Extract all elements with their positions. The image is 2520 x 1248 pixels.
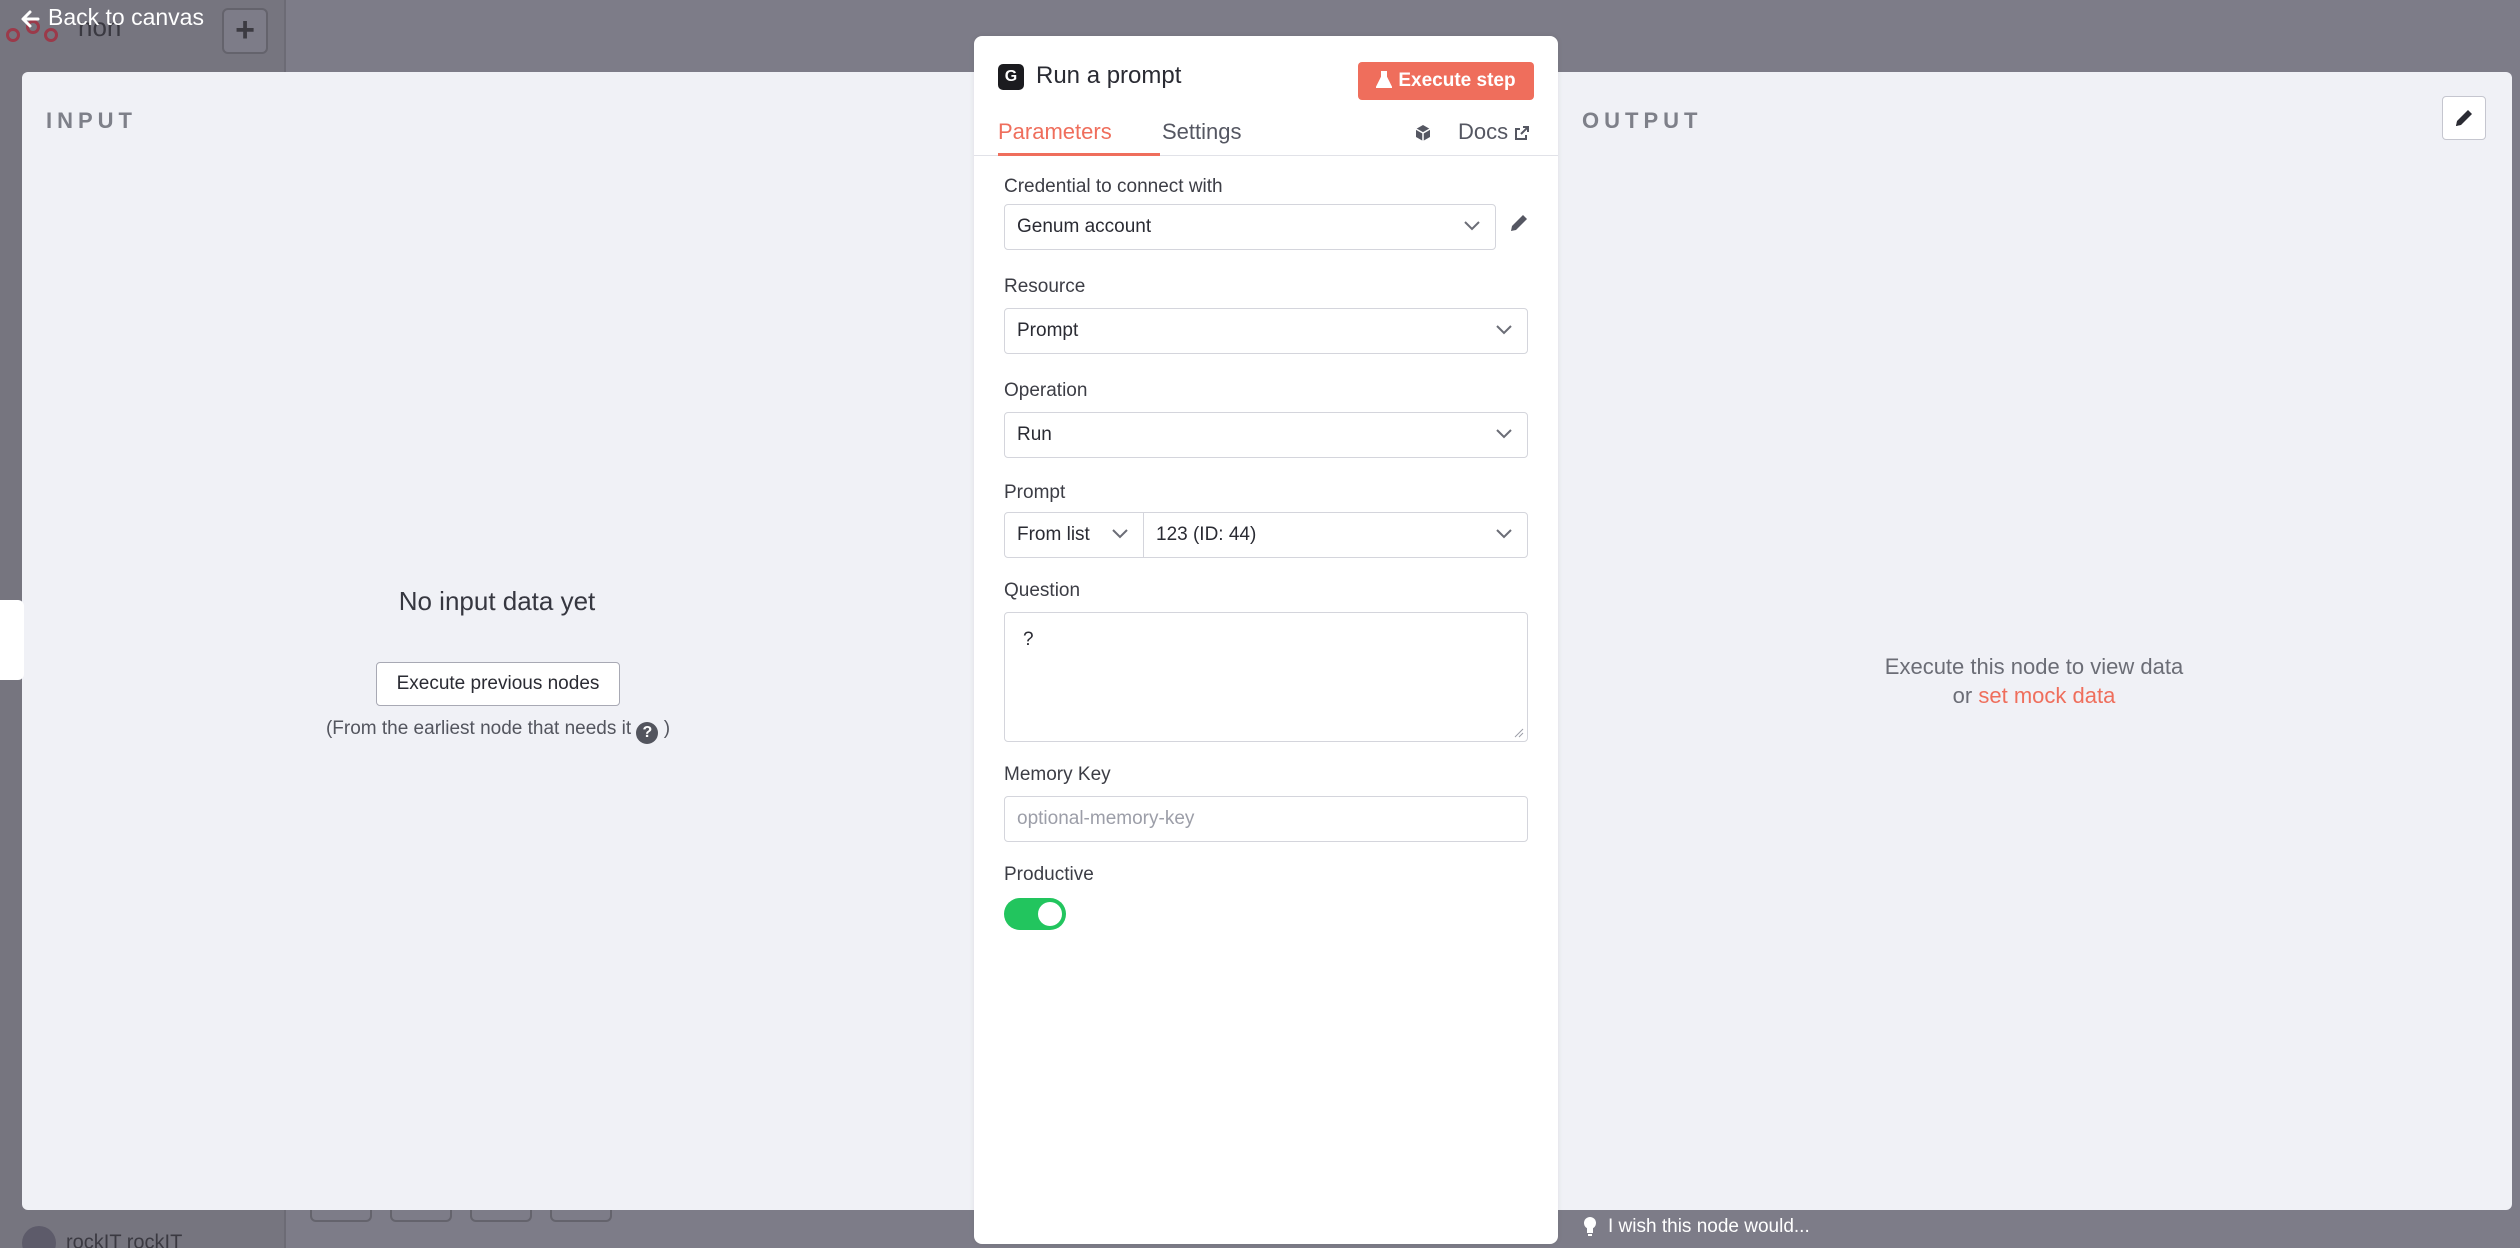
resource-label: Resource (1004, 276, 1086, 297)
edit-output-button[interactable] (2442, 96, 2486, 140)
avatar (22, 1226, 56, 1248)
output-pane-title: OUTPUT (1582, 108, 1703, 133)
edit-credential-pencil-icon[interactable] (1508, 212, 1530, 234)
operation-value: Run (1017, 424, 1052, 445)
resize-grip-icon[interactable] (1514, 728, 1524, 738)
flask-icon (1375, 71, 1393, 88)
cube-icon[interactable] (1414, 124, 1432, 142)
node-feedback-label: I wish this node would... (1608, 1216, 1810, 1237)
question-value: ? (1023, 629, 1034, 650)
memory-key-label: Memory Key (1004, 764, 1111, 785)
credential-label: Credential to connect with (1004, 176, 1223, 197)
lightbulb-icon (1584, 1217, 1596, 1236)
operation-select[interactable]: Run (1004, 412, 1528, 458)
input-pane-title: INPUT (46, 108, 137, 133)
node-parameters-panel: G Run a prompt Execute step Parameters S… (974, 36, 1558, 1244)
chevron-down-icon (1496, 325, 1512, 335)
external-link-icon (1515, 126, 1530, 140)
node-title[interactable]: Run a prompt (1036, 62, 1181, 90)
execute-previous-nodes-button[interactable]: Execute previous nodes (376, 662, 620, 706)
prompt-select[interactable]: 123 (ID: 44) (1143, 512, 1528, 558)
execute-step-button[interactable]: Execute step (1358, 62, 1534, 100)
chevron-down-icon (1112, 529, 1128, 539)
back-to-canvas-label: Back to canvas (48, 4, 204, 30)
user-profile: rockIT rockIT (22, 1226, 182, 1248)
chevron-down-icon (1464, 221, 1480, 231)
user-name: rockIT rockIT (66, 1231, 183, 1248)
resource-select[interactable]: Prompt (1004, 308, 1528, 354)
chevron-down-icon (1496, 429, 1512, 439)
no-input-title: No input data yet (398, 586, 596, 616)
node-tabs: Parameters Settings Docs (974, 116, 1558, 156)
resource-value: Prompt (1017, 320, 1079, 341)
back-to-canvas-link[interactable]: Back to canvas (20, 4, 204, 31)
credential-select[interactable]: Genum account (1004, 204, 1496, 250)
credential-value: Genum account (1017, 216, 1152, 237)
tab-parameters[interactable]: Parameters (998, 116, 1160, 156)
prompt-label: Prompt (1004, 482, 1066, 503)
output-or-text: or (1952, 683, 1973, 708)
toggle-knob (1038, 902, 1062, 926)
arrow-left-icon (21, 10, 40, 28)
question-mark-icon[interactable]: ? (636, 722, 659, 744)
prompt-value: 123 (ID: 44) (1156, 524, 1257, 545)
docs-label: Docs (1458, 119, 1509, 144)
memory-key-input[interactable]: optional-memory-key (1004, 796, 1528, 842)
node-feedback-link[interactable]: I wish this node would... (1582, 1216, 1810, 1238)
pencil-icon (2456, 110, 2472, 126)
question-label: Question (1004, 580, 1081, 601)
memory-key-placeholder: optional-memory-key (1017, 808, 1195, 829)
productive-toggle[interactable] (1004, 898, 1066, 930)
productive-label: Productive (1004, 864, 1094, 885)
execute-step-label: Execute step (1398, 70, 1516, 91)
genum-node-icon: G (998, 64, 1024, 90)
input-pane-drag-handle[interactable] (0, 600, 24, 680)
operation-label: Operation (1004, 380, 1088, 401)
output-empty-text: Execute this node to view data (1884, 654, 2184, 679)
earliest-node-note-text: (From the earliest node that needs it (325, 718, 632, 739)
set-mock-data-link[interactable]: set mock data (1978, 683, 2115, 708)
prompt-mode-value: From list (1017, 524, 1090, 545)
question-textarea[interactable]: ? (1004, 612, 1528, 742)
output-empty-message: Execute this node to view data or set mo… (1840, 652, 2228, 710)
prompt-mode-select[interactable]: From list (1004, 512, 1144, 558)
tab-settings[interactable]: Settings (1162, 116, 1242, 156)
earliest-node-note: (From the earliest node that needs it ? … (300, 716, 696, 744)
add-workflow-button: + (222, 8, 268, 54)
docs-link[interactable]: Docs (1458, 116, 1530, 148)
earliest-node-note-close: ) (663, 718, 671, 739)
chevron-down-icon (1496, 529, 1512, 539)
